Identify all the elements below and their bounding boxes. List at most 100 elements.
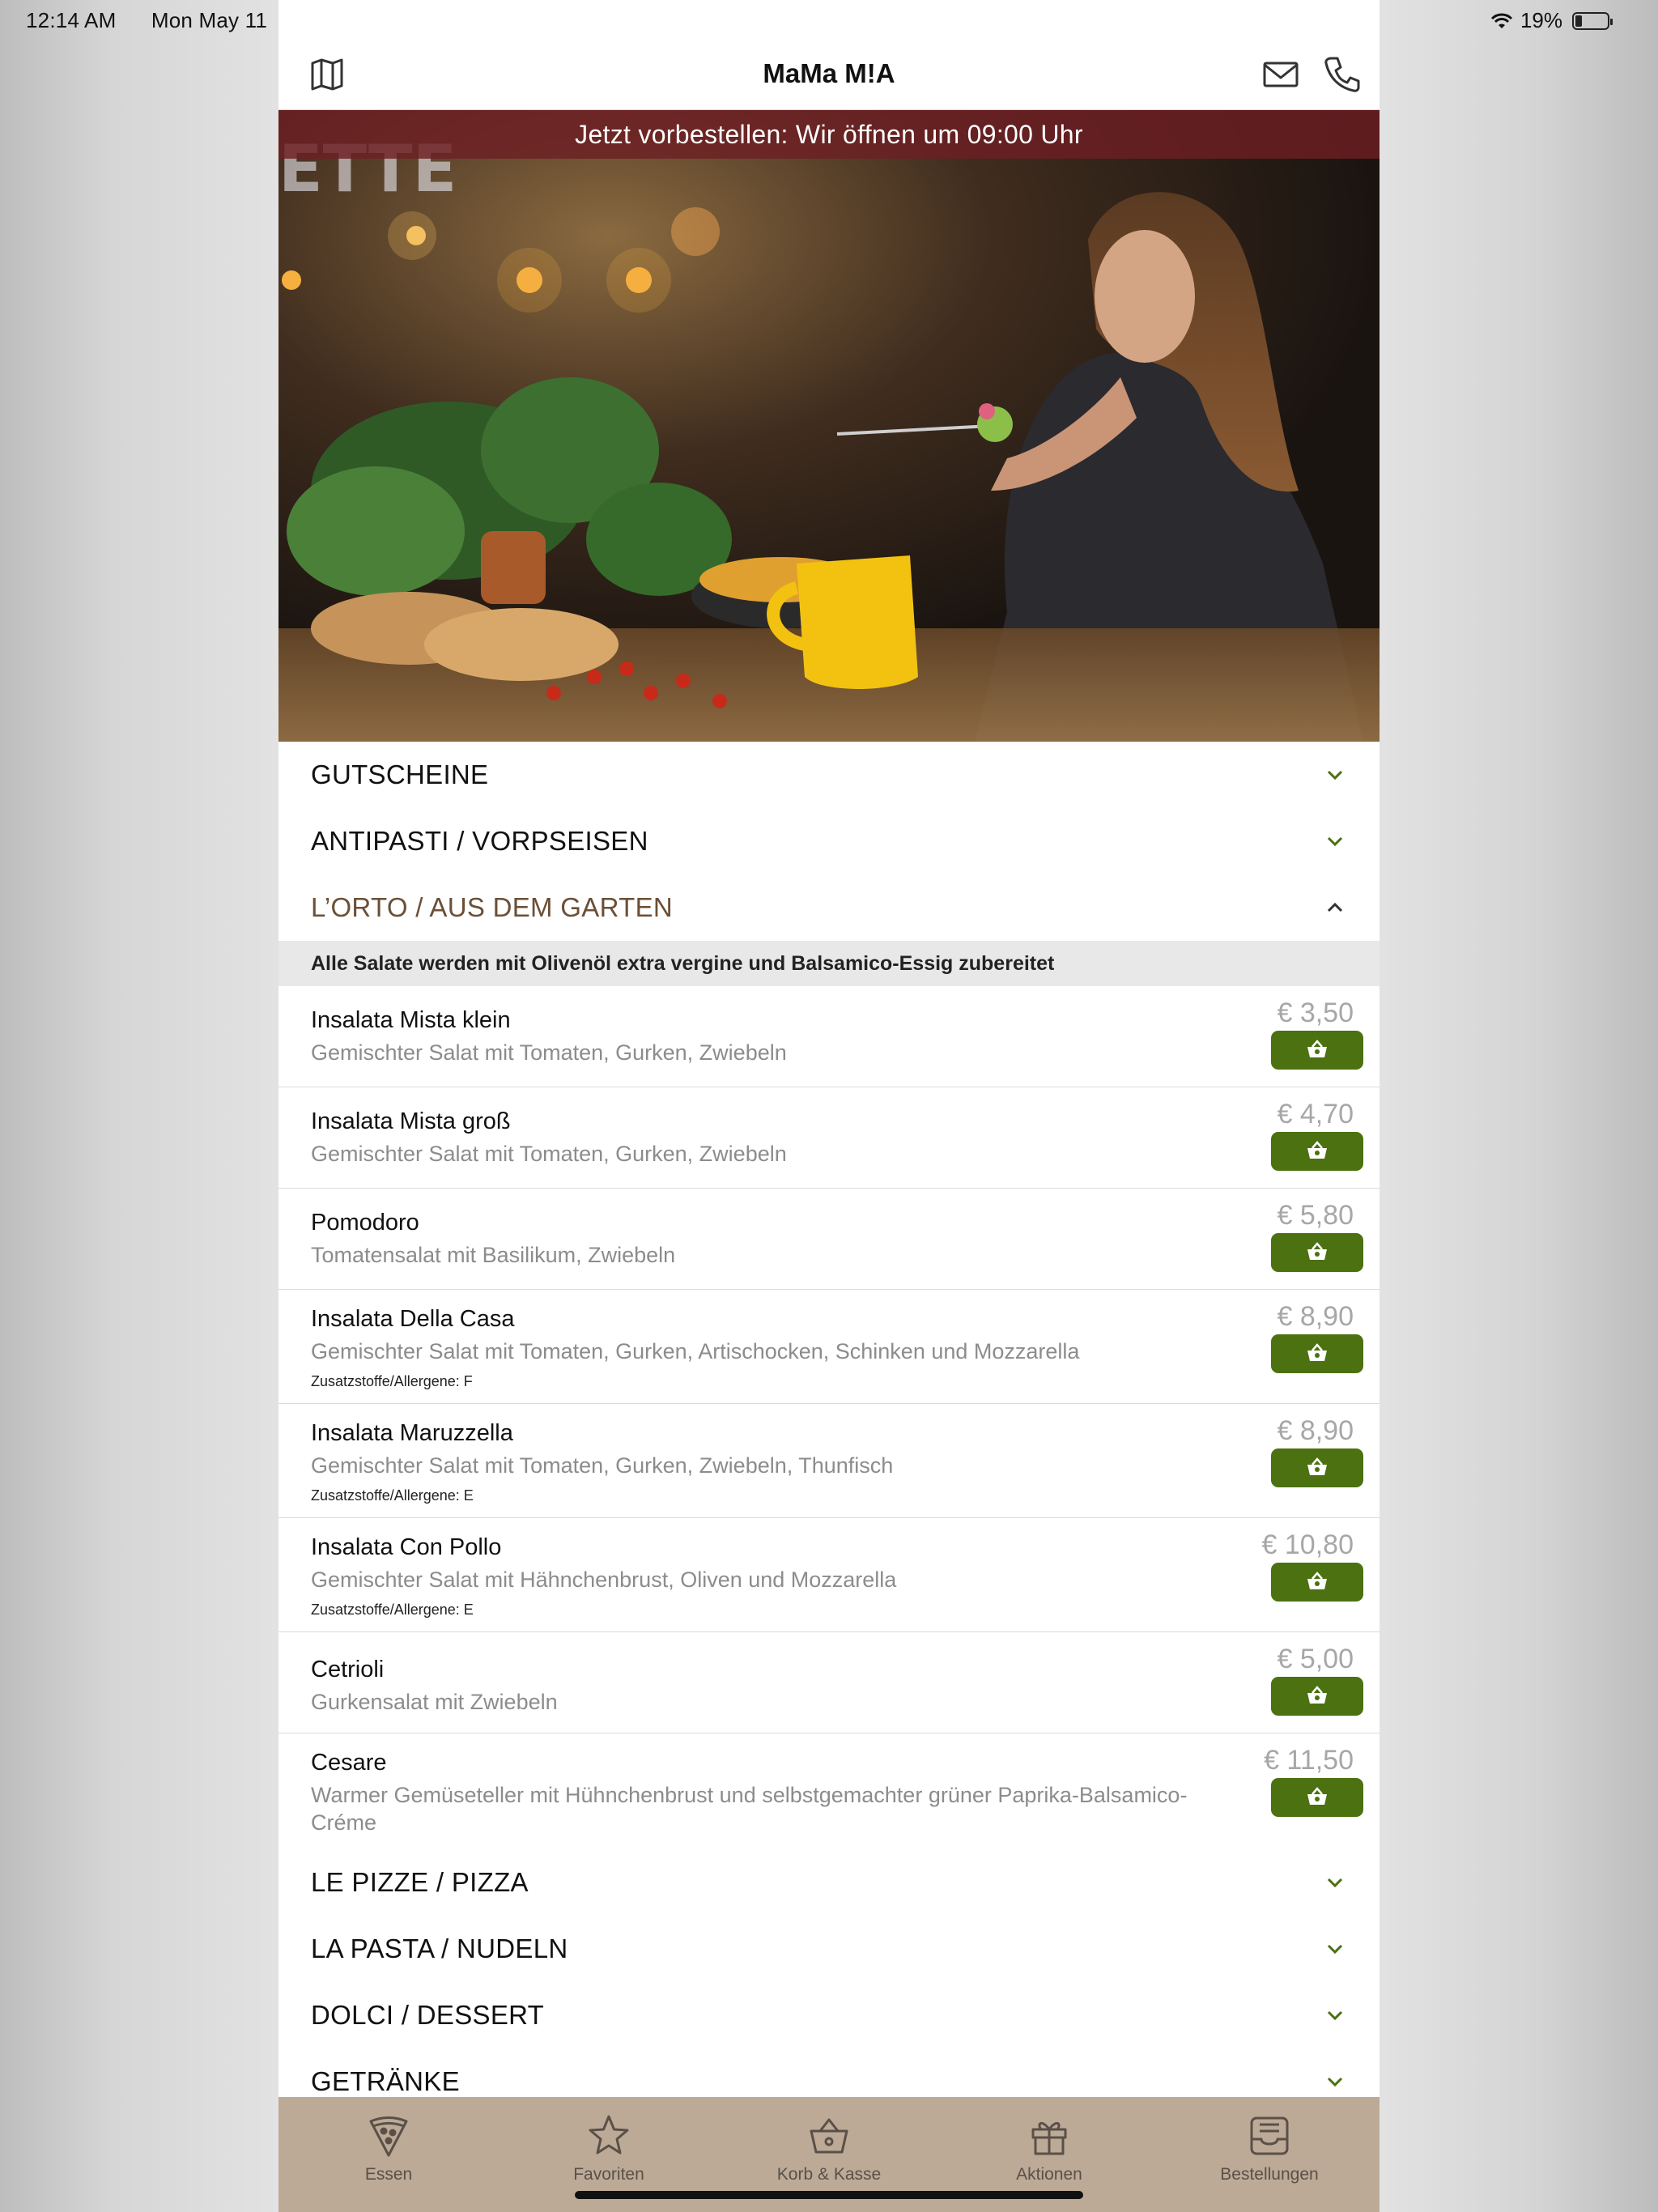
item-price: € 5,80 bbox=[1277, 1200, 1354, 1231]
chevron-down-icon bbox=[1323, 763, 1347, 787]
gift-icon bbox=[1031, 2122, 1067, 2155]
battery-icon bbox=[1572, 11, 1613, 30]
section-gutscheine[interactable]: GUTSCHEINE bbox=[278, 742, 1380, 808]
basket-icon bbox=[1307, 1141, 1327, 1159]
add-to-cart-button[interactable] bbox=[1271, 1334, 1363, 1373]
basket-icon bbox=[810, 2118, 848, 2154]
item-description: Gurkensalat mit Zwiebeln bbox=[311, 1690, 558, 1714]
section-title: LA PASTA / NUDELN bbox=[311, 1933, 568, 1963]
tab-label: Essen bbox=[364, 2165, 413, 2184]
item-name: Insalata Con Pollo bbox=[311, 1534, 502, 1560]
chevron-down-icon bbox=[1323, 2069, 1347, 2094]
menu-item[interactable]: Insalata Mista groß Gemischter Salat mit… bbox=[278, 1087, 1380, 1189]
section-title: GETRÄNKE bbox=[311, 2066, 460, 2096]
tab-favoriten[interactable]: Favoriten bbox=[499, 2097, 719, 2186]
item-description: Gemischter Salat mit Hähnchenbrust, Oliv… bbox=[311, 1568, 897, 1592]
tab-label: Favoriten bbox=[573, 2165, 644, 2184]
chevron-down-icon bbox=[1323, 2003, 1347, 2027]
item-name: Insalata Mista klein bbox=[311, 1007, 511, 1033]
add-to-cart-button[interactable] bbox=[1271, 1677, 1363, 1716]
chevron-down-icon bbox=[1323, 829, 1347, 853]
status-time: 12:14 AM bbox=[26, 8, 117, 32]
menu-item[interactable]: Insalata Della Casa Gemischter Salat mit… bbox=[278, 1290, 1380, 1404]
battery-percent: 19% bbox=[1520, 8, 1562, 32]
status-bar-left: 12:14 AM Mon May 11 bbox=[26, 8, 296, 33]
section-pizza[interactable]: LE PIZZE / PIZZA bbox=[278, 1849, 1380, 1916]
item-description: Tomatensalat mit Basilikum, Zwiebeln bbox=[311, 1243, 676, 1267]
item-name: Insalata Maruzzella bbox=[311, 1420, 513, 1446]
preorder-banner: Jetzt vorbestellen: Wir öffnen um 09:00 … bbox=[278, 110, 1380, 159]
item-name: Cesare bbox=[311, 1750, 387, 1776]
section-title: ANTIPASTI / VORPSEISEN bbox=[311, 826, 648, 856]
add-to-cart-button[interactable] bbox=[1271, 1448, 1363, 1487]
section-title: GUTSCHEINE bbox=[311, 759, 489, 789]
tab-korb-kasse[interactable]: Korb & Kasse bbox=[719, 2097, 939, 2186]
menu-item[interactable]: Insalata Maruzzella Gemischter Salat mit… bbox=[278, 1404, 1380, 1518]
menu-item[interactable]: Insalata Con Pollo Gemischter Salat mit … bbox=[278, 1518, 1380, 1632]
menu-item[interactable]: Cetrioli Gurkensalat mit Zwiebeln € 5,00 bbox=[278, 1632, 1380, 1733]
tab-essen[interactable]: Essen bbox=[278, 2097, 499, 2186]
status-date: Mon May 11 bbox=[151, 8, 268, 32]
app-panel: MaMa M!A ETTE Jetzt vorbestellen: Wir öf… bbox=[278, 0, 1380, 2212]
item-allergens: Zusatzstoffe/Allergene: F bbox=[311, 1373, 473, 1389]
section-lorto[interactable]: L’ORTO / AUS DEM GARTEN bbox=[278, 874, 1380, 941]
item-name: Insalata Mista groß bbox=[311, 1108, 511, 1134]
chevron-down-icon bbox=[1323, 1937, 1347, 1961]
menu-item[interactable]: Pomodoro Tomatensalat mit Basilikum, Zwi… bbox=[278, 1189, 1380, 1290]
add-to-cart-button[interactable] bbox=[1271, 1132, 1363, 1171]
item-price: € 3,50 bbox=[1277, 998, 1354, 1028]
tab-label: Bestellungen bbox=[1220, 2165, 1319, 2184]
item-description: Gemischter Salat mit Tomaten, Gurken, Zw… bbox=[311, 1040, 787, 1065]
star-icon bbox=[589, 2115, 629, 2155]
basket-icon bbox=[1307, 1572, 1327, 1589]
section-dessert[interactable]: DOLCI / DESSERT bbox=[278, 1982, 1380, 2048]
add-to-cart-button[interactable] bbox=[1271, 1563, 1363, 1602]
add-to-cart-button[interactable] bbox=[1271, 1233, 1363, 1272]
item-description: Gemischter Salat mit Tomaten, Gurken, Zw… bbox=[311, 1142, 787, 1166]
basket-icon bbox=[1307, 1457, 1327, 1475]
basket-icon bbox=[1307, 1343, 1327, 1361]
tray-icon bbox=[1250, 2116, 1289, 2155]
tab-bestellungen[interactable]: Bestellungen bbox=[1159, 2097, 1380, 2186]
phone-icon[interactable] bbox=[1323, 55, 1362, 94]
menu-item[interactable]: Insalata Mista klein Gemischter Salat mi… bbox=[278, 986, 1380, 1087]
basket-icon bbox=[1307, 1242, 1327, 1260]
item-description: Gemischter Salat mit Tomaten, Gurken, Ar… bbox=[311, 1339, 1080, 1363]
basket-icon bbox=[1307, 1040, 1327, 1057]
chevron-down-icon bbox=[1323, 1870, 1347, 1895]
hero-image: ETTE Jetzt vorbestellen: Wir öffnen um 0… bbox=[278, 110, 1380, 742]
item-description: Warmer Gemüseteller mit Hühnchenbrust un… bbox=[311, 1783, 1188, 1835]
item-price: € 11,50 bbox=[1264, 1745, 1354, 1776]
chevron-up-icon bbox=[1323, 895, 1347, 920]
item-name: Cetrioli bbox=[311, 1657, 385, 1682]
add-to-cart-button[interactable] bbox=[1271, 1778, 1363, 1817]
home-indicator bbox=[575, 2191, 1083, 2199]
tab-label: Korb & Kasse bbox=[776, 2165, 882, 2184]
wifi-icon bbox=[1490, 13, 1513, 28]
add-to-cart-button[interactable] bbox=[1271, 1031, 1363, 1070]
item-description: Gemischter Salat mit Tomaten, Gurken, Zw… bbox=[311, 1453, 894, 1478]
navigation-bar: MaMa M!A bbox=[278, 32, 1380, 110]
pizza-icon bbox=[369, 2116, 408, 2157]
section-title: LE PIZZE / PIZZA bbox=[311, 1867, 529, 1897]
item-price: € 5,00 bbox=[1277, 1644, 1354, 1674]
item-allergens: Zusatzstoffe/Allergene: E bbox=[311, 1487, 474, 1504]
item-allergens: Zusatzstoffe/Allergene: E bbox=[311, 1602, 474, 1618]
basket-icon bbox=[1307, 1787, 1327, 1805]
item-price: € 4,70 bbox=[1277, 1099, 1354, 1129]
section-antipasti[interactable]: ANTIPASTI / VORPSEISEN bbox=[278, 808, 1380, 874]
section-title: DOLCI / DESSERT bbox=[311, 2000, 545, 2030]
status-bar-right: 19% bbox=[1490, 8, 1613, 33]
basket-icon bbox=[1307, 1686, 1327, 1704]
app-title: MaMa M!A bbox=[763, 58, 895, 88]
menu-item[interactable]: Cesare Warmer Gemüseteller mit Hühnchenb… bbox=[278, 1733, 1380, 1849]
item-price: € 10,80 bbox=[1261, 1529, 1354, 1560]
tab-aktionen[interactable]: Aktionen bbox=[939, 2097, 1159, 2186]
tab-label: Aktionen bbox=[1016, 2165, 1082, 2184]
item-name: Insalata Della Casa bbox=[311, 1306, 515, 1332]
mail-icon[interactable] bbox=[1261, 55, 1300, 94]
item-name: Pomodoro bbox=[311, 1210, 419, 1236]
section-title: L’ORTO / AUS DEM GARTEN bbox=[311, 892, 674, 922]
category-note: Alle Salate werden mit Olivenöl extra ve… bbox=[278, 941, 1380, 986]
section-pasta[interactable]: LA PASTA / NUDELN bbox=[278, 1916, 1380, 1982]
